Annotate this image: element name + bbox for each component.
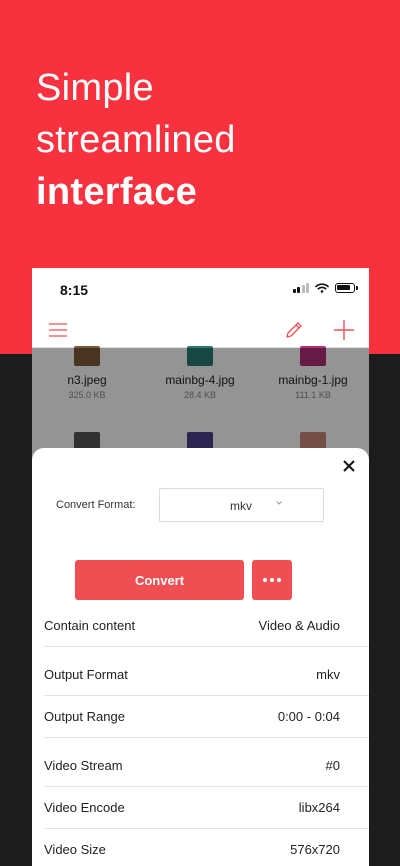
- signal-icon: [292, 283, 309, 293]
- chevron-down-icon: [276, 501, 282, 505]
- info-row: Contain content Video & Audio: [44, 605, 369, 647]
- more-icon: [263, 578, 281, 582]
- status-bar: 8:15: [32, 268, 369, 312]
- menu-button[interactable]: [44, 316, 72, 344]
- battery-icon: [335, 283, 358, 293]
- info-row: Video Stream #0: [44, 745, 369, 787]
- convert-format-label: Convert Format:: [56, 499, 136, 511]
- info-row: Video Encode libx264: [44, 787, 369, 829]
- edit-button[interactable]: [280, 316, 308, 344]
- wifi-icon: [315, 283, 329, 293]
- convert-button[interactable]: Convert: [75, 560, 244, 600]
- info-key: Video Encode: [44, 800, 125, 815]
- nav-bar: [32, 312, 369, 348]
- info-key: Video Size: [44, 842, 106, 857]
- pencil-icon: [286, 322, 302, 338]
- info-value: #0: [325, 758, 340, 773]
- info-key: Output Format: [44, 667, 128, 682]
- add-button[interactable]: [330, 316, 358, 344]
- status-time: 8:15: [60, 282, 89, 298]
- headline-line-3: interface: [36, 171, 198, 213]
- info-key: Contain content: [44, 618, 136, 633]
- headline-line-2: streamlined: [36, 119, 236, 161]
- phone-screen: 8:15 n3.jpeg 325.0 KB mainbg-4.jpg 28.4 …: [32, 268, 369, 866]
- info-value: mkv: [316, 667, 340, 682]
- convert-sheet: Convert Format: mkv Convert Contain cont…: [32, 448, 369, 866]
- headline-line-1: Simple: [36, 67, 154, 109]
- menu-icon: [49, 323, 67, 337]
- info-row: Video Size 576x720: [44, 829, 369, 866]
- info-value: 0:00 - 0:04: [277, 709, 340, 724]
- status-icons: [292, 283, 358, 293]
- format-select-value: mkv: [230, 499, 252, 513]
- info-value: 576x720: [290, 842, 340, 857]
- info-row: Output Range 0:00 - 0:04: [44, 696, 369, 738]
- plus-icon: [334, 320, 354, 340]
- info-key: Video Stream: [44, 758, 123, 773]
- info-row: Output Format mkv: [44, 654, 369, 696]
- info-value: libx264: [298, 800, 340, 815]
- headline: Simple streamlined interface: [36, 62, 236, 218]
- info-value: Video & Audio: [258, 618, 340, 633]
- format-select[interactable]: mkv: [159, 488, 324, 522]
- close-button[interactable]: [339, 456, 359, 476]
- more-options-button[interactable]: [252, 560, 292, 600]
- info-key: Output Range: [44, 709, 125, 724]
- close-icon: [343, 460, 355, 472]
